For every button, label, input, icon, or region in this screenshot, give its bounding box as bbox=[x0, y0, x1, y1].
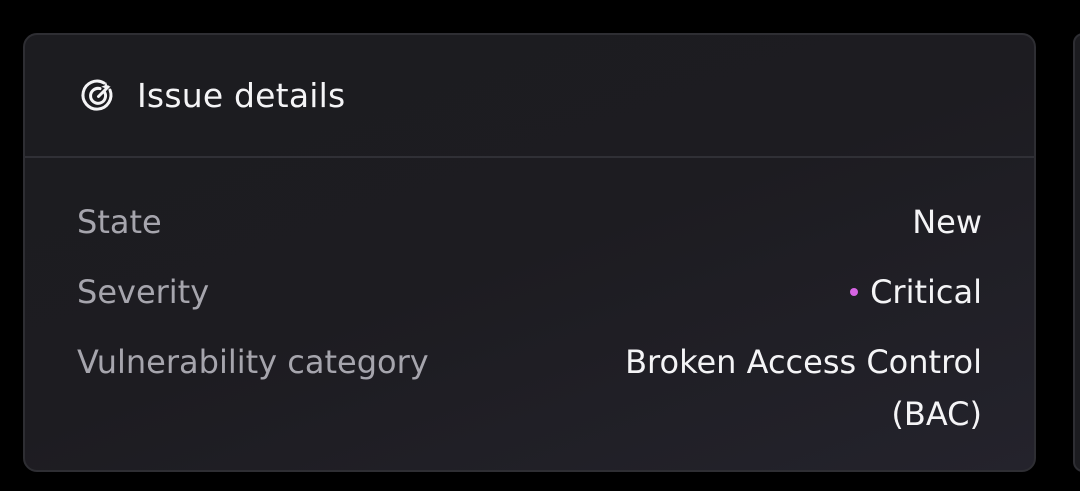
detail-row-vulnerability-category: Vulnerability category Broken Access Con… bbox=[77, 336, 982, 440]
card-title: Issue details bbox=[137, 76, 346, 115]
page: Issue details State New Severity Critica… bbox=[0, 0, 1080, 491]
state-label: State bbox=[77, 203, 162, 241]
severity-value: Critical bbox=[870, 273, 982, 311]
state-value: New bbox=[912, 203, 982, 241]
radar-target-icon bbox=[79, 76, 119, 116]
severity-label: Severity bbox=[77, 273, 210, 311]
vulnerability-category-label: Vulnerability category bbox=[77, 343, 429, 381]
severity-badge: Critical bbox=[850, 266, 982, 318]
detail-row-severity: Severity Critical bbox=[77, 266, 982, 318]
detail-row-state: State New bbox=[77, 196, 982, 248]
issue-details-card: Issue details State New Severity Critica… bbox=[23, 33, 1036, 472]
card-header: Issue details bbox=[25, 35, 1034, 158]
severity-dot-icon bbox=[850, 288, 859, 296]
details-list: State New Severity Critical Vulnerabilit… bbox=[25, 158, 1034, 440]
vulnerability-category-value: Broken Access Control (BAC) bbox=[625, 343, 982, 433]
adjacent-card-edge bbox=[1073, 33, 1080, 472]
